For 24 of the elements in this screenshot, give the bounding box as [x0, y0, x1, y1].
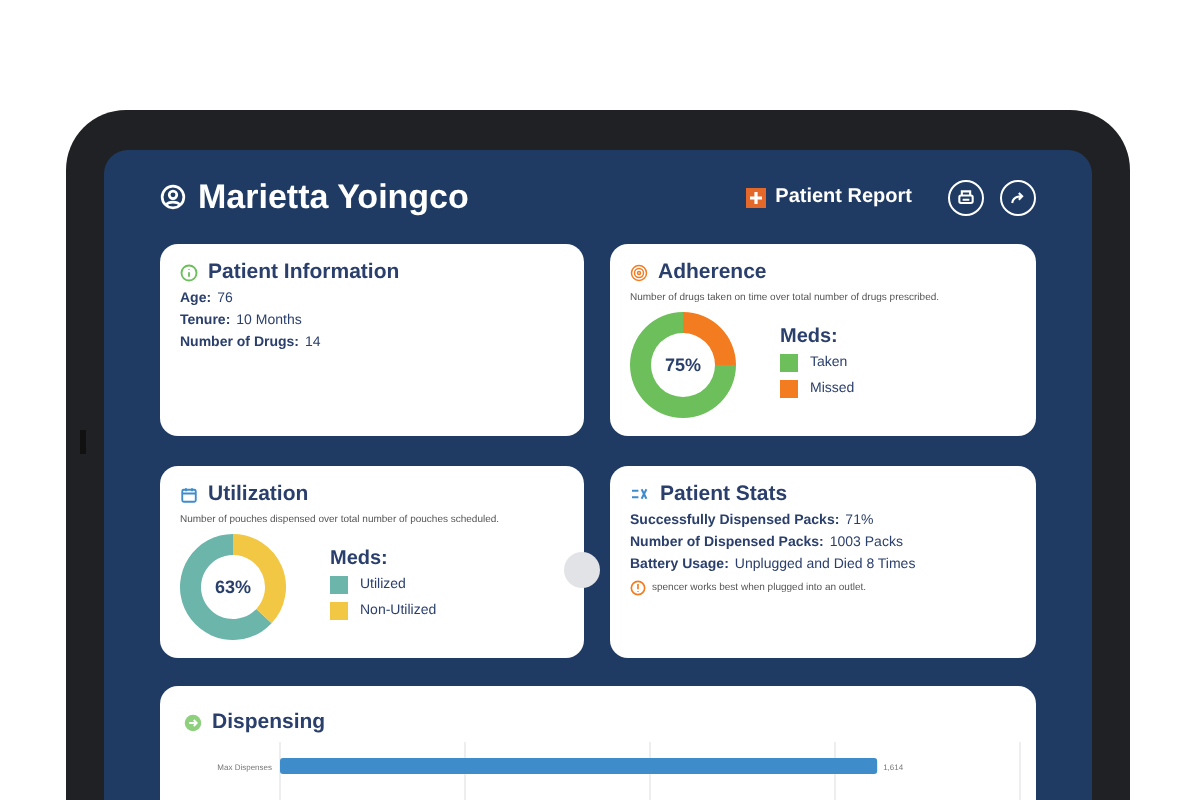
- legend-title: Meds:: [780, 325, 840, 347]
- card-title: Patient Stats: [660, 482, 788, 506]
- card-title: Adherence: [658, 260, 767, 284]
- calendar-icon: [180, 485, 198, 503]
- patient-report-button[interactable]: Patient Report: [745, 186, 912, 208]
- warning-icon: [630, 580, 646, 596]
- share-button[interactable]: [1000, 179, 1036, 215]
- arrow-circle-icon: [184, 713, 202, 731]
- card-title: Patient Information: [208, 260, 400, 284]
- plus-icon: [745, 187, 766, 207]
- share-icon: [1008, 187, 1028, 207]
- patient-name: Marietta Yoingco: [198, 177, 471, 217]
- info-icon: [180, 263, 198, 281]
- card-title: Dispensing: [212, 710, 326, 734]
- printer-icon: [956, 187, 976, 207]
- drag-handle[interactable]: [564, 552, 600, 588]
- user-icon: [160, 184, 186, 210]
- card-title: Utilization: [208, 482, 309, 506]
- percentage-label: 63%: [215, 576, 251, 598]
- shuffle-icon: [630, 486, 650, 502]
- percentage-label: 75%: [665, 354, 701, 376]
- target-icon: [630, 263, 648, 281]
- print-button[interactable]: [948, 179, 984, 215]
- legend-title: Meds:: [330, 547, 390, 569]
